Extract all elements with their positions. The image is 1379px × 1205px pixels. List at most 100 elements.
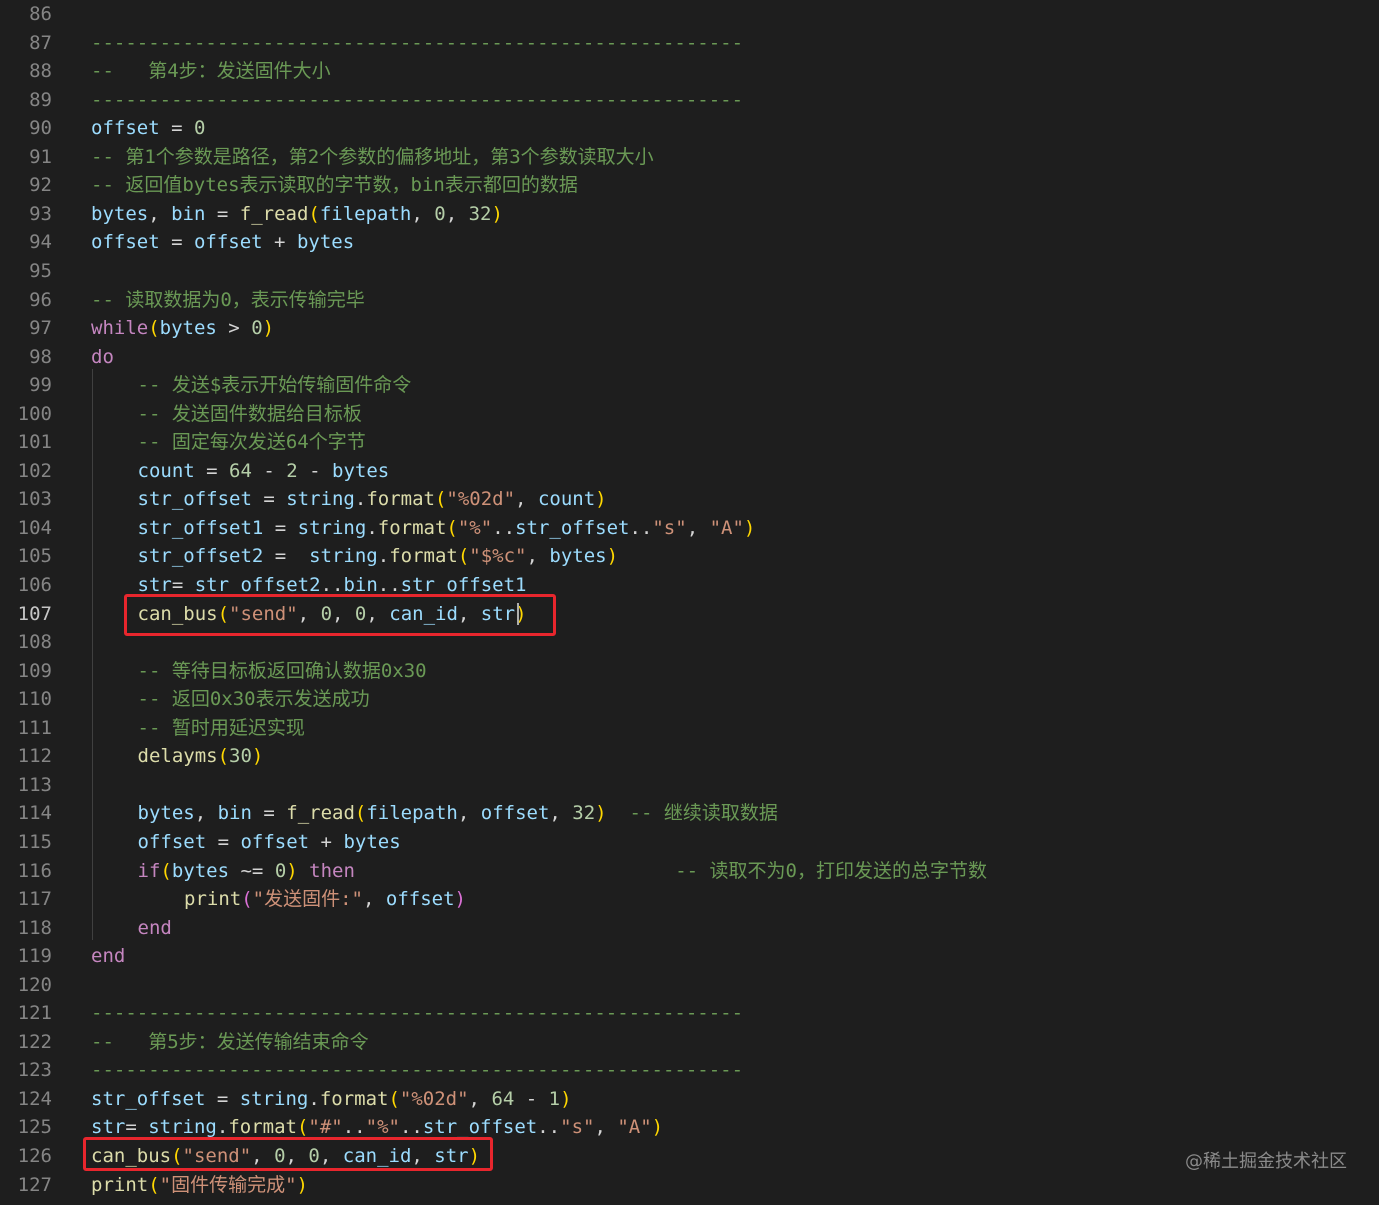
- code-line[interactable]: 113: [0, 771, 1379, 799]
- code-line[interactable]: 114 bytes, bin = f_read(filepath, offset,…: [0, 799, 1379, 827]
- code-line[interactable]: 122 -- 第5步：发送传输结束命令: [0, 1028, 1379, 1056]
- code-token: ..: [320, 574, 344, 596]
- line-number: 116: [17, 859, 52, 882]
- code-line[interactable]: 123 -------------------------------------…: [0, 1056, 1379, 1084]
- code-text: end: [138, 918, 172, 938]
- code-line[interactable]: 127 print("固件传输完成"): [0, 1171, 1379, 1199]
- code-text: str_offset = string.format("%02d", 64 - …: [91, 1089, 572, 1109]
- code-token: -- 返回0x30表示发送成功: [137, 688, 370, 711]
- code-token: ~=: [229, 859, 275, 882]
- code-token: ..: [377, 574, 401, 596]
- code-token: count: [537, 488, 596, 511]
- line-number: 119: [17, 945, 52, 968]
- code-line[interactable]: 89 --------------------------------------…: [0, 86, 1379, 114]
- code-token: -- 返回值bytes表示读取的字节数，bin表示都回的数据: [91, 174, 578, 197]
- code-token: ----------------------------------------…: [91, 1059, 744, 1082]
- code-text: str_offset = string.format("%02d", count…: [138, 489, 607, 509]
- code-line[interactable]: 92 -- 返回值bytes表示读取的字节数，bin表示都回的数据: [0, 171, 1379, 199]
- code-token: (: [308, 202, 320, 225]
- code-token: ): [651, 1116, 664, 1139]
- code-line[interactable]: 88 -- 第4步：发送固件大小: [0, 57, 1379, 85]
- code-token: bin: [171, 202, 206, 225]
- code-line[interactable]: 98 do: [0, 343, 1379, 371]
- code-token: ): [595, 802, 607, 825]
- code-token: ..: [342, 1116, 366, 1139]
- code-line[interactable]: 121 -------------------------------------…: [0, 999, 1379, 1027]
- line-number: 113: [17, 773, 52, 796]
- code-text: bytes, bin = f_read(filepath, offset, 32…: [138, 803, 778, 823]
- code-line[interactable]: 87 --------------------------------------…: [0, 29, 1379, 57]
- code-token: =: [205, 1087, 240, 1110]
- code-line[interactable]: 102 count = 64 - 2 - bytes: [0, 457, 1379, 485]
- code-token: 32: [572, 802, 596, 825]
- code-token: =: [263, 516, 298, 539]
- code-line[interactable]: 86: [0, 0, 1379, 28]
- code-token: ----------------------------------------…: [91, 31, 744, 54]
- code-text: -- 固定每次发送64个字节: [138, 432, 366, 452]
- code-line[interactable]: 104 str_offset1 = string.format("%"..str_…: [0, 514, 1379, 542]
- code-token: string: [148, 1116, 217, 1139]
- code-token: "%02d": [446, 488, 516, 511]
- code-line[interactable]: 115 offset = offset + bytes: [0, 828, 1379, 856]
- line-number: 95: [29, 259, 52, 282]
- code-line[interactable]: 94 offset = offset + bytes: [0, 228, 1379, 256]
- code-line[interactable]: 91 -- 第1个参数是路径，第2个参数的偏移地址，第3个参数读取大小: [0, 143, 1379, 171]
- code-line[interactable]: 93 bytes, bin = f_read(filepath, 0, 32): [0, 200, 1379, 228]
- code-token: (: [148, 1173, 160, 1196]
- code-text: -- 暂时用延迟实现: [138, 718, 305, 738]
- code-token: 0: [274, 859, 287, 882]
- code-line[interactable]: 96 -- 读取数据为0，表示传输完毕: [0, 286, 1379, 314]
- line-number: 92: [29, 174, 52, 197]
- code-line[interactable]: 100 -- 发送固件数据给目标板: [0, 400, 1379, 428]
- code-token: bytes: [137, 802, 195, 825]
- code-line[interactable]: 116 if(bytes ~= 0) then -- 读取不为0，打印发送的总字节…: [0, 857, 1379, 885]
- line-number: 111: [17, 716, 52, 739]
- code-token: "A": [617, 1116, 652, 1139]
- code-line[interactable]: 110 -- 返回0x30表示发送成功: [0, 685, 1379, 713]
- code-line[interactable]: 95: [0, 257, 1379, 285]
- line-number: 103: [17, 488, 52, 511]
- code-token: bytes: [549, 545, 607, 568]
- code-line[interactable]: 105 str_offset2 = string.format("$%c", by…: [0, 542, 1379, 570]
- code-line[interactable]: 97 while(bytes > 0): [0, 314, 1379, 342]
- code-editor[interactable]: 127 print("固件传输完成") 126 can_bus("send", 0, …: [0, 0, 1379, 1205]
- code-token: ): [262, 317, 275, 340]
- code-line[interactable]: 124 str_offset = string.format("%02d", 64…: [0, 1085, 1379, 1113]
- code-token: .: [354, 488, 367, 511]
- code-token: do: [91, 345, 114, 368]
- code-line[interactable]: 103 str_offset = string.format("%02d", co…: [0, 485, 1379, 513]
- code-token: ,: [411, 202, 435, 225]
- code-token: string: [309, 545, 378, 568]
- code-token: 1: [548, 1087, 561, 1110]
- code-token: -- 第5步：发送传输结束命令: [91, 1030, 369, 1053]
- code-text: -- 返回0x30表示发送成功: [138, 689, 370, 709]
- code-line[interactable]: 119 end: [0, 942, 1379, 970]
- line-number: 114: [17, 802, 52, 825]
- code-token: =: [251, 802, 287, 825]
- code-token: ,: [549, 802, 573, 825]
- code-token: format: [389, 545, 458, 568]
- code-line[interactable]: 118 end: [0, 914, 1379, 942]
- code-line[interactable]: 90 offset = 0: [0, 114, 1379, 142]
- code-line[interactable]: 109 -- 等待目标板返回确认数据0x30: [0, 657, 1379, 685]
- code-token: (: [354, 802, 367, 825]
- code-line[interactable]: 117 print("发送固件:", offset): [0, 885, 1379, 913]
- code-token: 2: [286, 459, 298, 482]
- code-token: "s": [652, 516, 687, 539]
- code-token: (: [446, 516, 458, 539]
- code-token: bytes: [296, 231, 355, 254]
- code-line[interactable]: 112 delayms(30): [0, 742, 1379, 770]
- code-token: ,: [515, 488, 538, 511]
- code-token: ): [454, 888, 466, 911]
- code-token: filepath: [366, 802, 458, 825]
- code-text: -- 返回值bytes表示读取的字节数，bin表示都回的数据: [91, 175, 578, 195]
- code-token: offset: [91, 231, 160, 254]
- line-number: 112: [17, 745, 52, 768]
- code-line[interactable]: 111 -- 暂时用延迟实现: [0, 714, 1379, 742]
- code-token: =: [205, 202, 240, 225]
- code-line[interactable]: 99 -- 发送$表示开始传输固件命令: [0, 371, 1379, 399]
- code-line[interactable]: 120: [0, 971, 1379, 999]
- code-line[interactable]: 101 -- 固定每次发送64个字节: [0, 428, 1379, 456]
- code-token: str_offset: [515, 516, 630, 539]
